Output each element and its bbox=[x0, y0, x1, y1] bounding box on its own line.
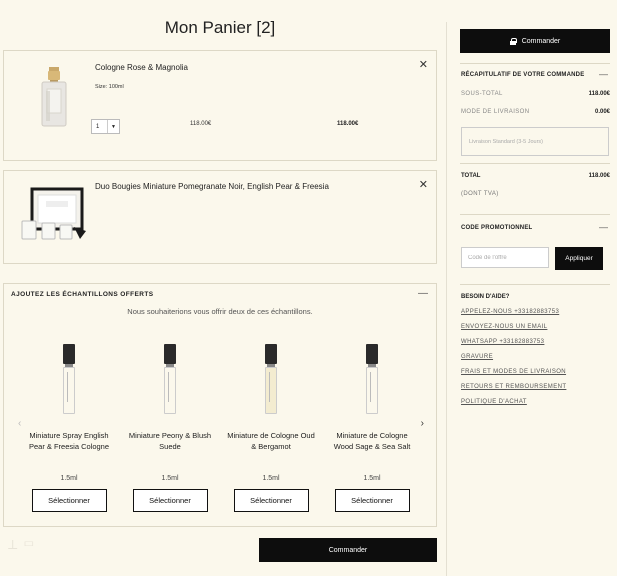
checkout-button-top[interactable]: Commander bbox=[460, 29, 610, 53]
sample-name: Miniature de Cologne Oud & Bergamot bbox=[227, 431, 315, 451]
unit-price: 118.00€ bbox=[190, 121, 212, 127]
shipping-method-select[interactable]: Livraison Standard (3-5 Jours) bbox=[461, 127, 609, 156]
total-value: 118.00€ bbox=[588, 173, 610, 179]
sample-vial-image bbox=[265, 344, 277, 414]
sample-item: Miniature de Cologne Wood Sage & Sea Sal… bbox=[328, 344, 416, 512]
apply-promo-button[interactable]: Appliquer bbox=[555, 247, 603, 270]
total-label: TOTAL bbox=[461, 173, 481, 179]
product-size: Size: 100ml bbox=[95, 84, 124, 90]
lock-icon bbox=[509, 37, 517, 45]
divider bbox=[460, 63, 610, 64]
select-sample-button[interactable]: Sélectionner bbox=[31, 489, 107, 512]
product-name[interactable]: Duo Bougies Miniature Pomegranate Noir, … bbox=[95, 182, 329, 191]
tax-note: (DONT TVA) bbox=[461, 191, 499, 197]
product-image-candles bbox=[21, 187, 86, 240]
checkout-label: Commander bbox=[521, 37, 561, 45]
divider bbox=[460, 163, 610, 164]
product-image-cologne bbox=[41, 67, 67, 127]
promo-code-input[interactable] bbox=[461, 247, 549, 268]
remove-item-icon[interactable]: ✕ bbox=[419, 58, 428, 71]
help-link-engraving[interactable]: GRAVURE bbox=[461, 354, 493, 360]
chevron-down-icon: ▼ bbox=[111, 123, 116, 130]
watermark-logo: ⟂ ▭ bbox=[8, 536, 36, 552]
select-sample-button[interactable]: Sélectionner bbox=[334, 489, 410, 512]
collapse-icon[interactable]: — bbox=[599, 69, 608, 79]
sample-vial-image bbox=[164, 344, 176, 414]
column-divider bbox=[446, 22, 447, 576]
subtotal-value: 118.00€ bbox=[588, 91, 610, 97]
page-title: Mon Panier [2] bbox=[164, 18, 276, 37]
shipping-row: MODE DE LIVRAISON 0.00€ bbox=[461, 109, 610, 115]
help-link-email[interactable]: ENVOYEZ-NOUS UN EMAIL bbox=[461, 324, 547, 330]
product-name[interactable]: Cologne Rose & Magnolia bbox=[95, 63, 188, 72]
subtotal-label: SOUS-TOTAL bbox=[461, 91, 503, 97]
sample-item: Miniature Peony & Blush Suede 1.5ml Séle… bbox=[126, 344, 214, 512]
samples-section: AJOUTEZ LES ÉCHANTILLONS OFFERTS — Nous … bbox=[3, 283, 437, 527]
total-row: TOTAL 118.00€ bbox=[461, 173, 610, 179]
help-link-whatsapp[interactable]: WHATSAPP +33182883753 bbox=[461, 339, 544, 345]
promo-title: CODE PROMOTIONNEL bbox=[461, 225, 533, 231]
collapse-icon[interactable]: — bbox=[418, 288, 428, 299]
cart-item: Cologne Rose & Magnolia Size: 100ml ✕ 1 … bbox=[3, 50, 437, 161]
sample-size: 1.5ml bbox=[60, 475, 78, 482]
collapse-icon[interactable]: — bbox=[599, 222, 608, 232]
samples-subtitle: Nous souhaiterions vous offrir deux de c… bbox=[127, 307, 313, 316]
sample-name: Miniature Spray English Pear & Freesia C… bbox=[28, 431, 110, 451]
shipping-value: 0.00€ bbox=[594, 109, 610, 115]
help-title: BESOIN D'AIDE? bbox=[461, 294, 510, 300]
sample-name: Miniature de Cologne Wood Sage & Sea Sal… bbox=[333, 431, 411, 451]
divider bbox=[460, 214, 610, 215]
remove-item-icon[interactable]: ✕ bbox=[419, 178, 428, 191]
select-sample-button[interactable]: Sélectionner bbox=[233, 489, 309, 512]
help-link-call[interactable]: APPELEZ-NOUS +33182883753 bbox=[461, 309, 559, 315]
sample-size: 1.5ml bbox=[262, 475, 280, 482]
help-link-policy[interactable]: POLITIQUE D'ACHAT bbox=[461, 399, 527, 405]
cart-item: Duo Bougies Miniature Pomegranate Noir, … bbox=[3, 170, 437, 264]
shipping-label: MODE DE LIVRAISON bbox=[461, 109, 530, 115]
chevron-right-icon[interactable]: › bbox=[421, 418, 424, 429]
sample-item: Miniature de Cologne Oud & Bergamot 1.5m… bbox=[227, 344, 315, 512]
quantity-select[interactable]: 1 ▼ bbox=[91, 119, 120, 134]
sample-size: 1.5ml bbox=[363, 475, 381, 482]
sample-vial-image bbox=[63, 344, 75, 414]
samples-title: AJOUTEZ LES ÉCHANTILLONS OFFERTS bbox=[11, 291, 154, 298]
divider bbox=[460, 284, 610, 285]
summary-title: RÉCAPITULATIF DE VOTRE COMMANDE bbox=[461, 72, 585, 78]
sample-vial-image bbox=[366, 344, 378, 414]
sample-size: 1.5ml bbox=[161, 475, 179, 482]
line-total: 118.00€ bbox=[337, 121, 359, 127]
sample-name: Miniature Peony & Blush Suede bbox=[128, 431, 212, 451]
checkout-button-bottom[interactable]: Commander bbox=[259, 538, 437, 562]
quantity-value: 1 bbox=[92, 120, 108, 133]
subtotal-row: SOUS-TOTAL 118.00€ bbox=[461, 91, 610, 97]
sample-item: Miniature Spray English Pear & Freesia C… bbox=[25, 344, 113, 512]
chevron-left-icon[interactable]: ‹ bbox=[18, 418, 21, 429]
select-sample-button[interactable]: Sélectionner bbox=[132, 489, 208, 512]
help-link-returns[interactable]: RETOURS ET REMBOURSEMENT bbox=[461, 384, 566, 390]
help-link-shipping[interactable]: FRAIS ET MODES DE LIVRAISON bbox=[461, 369, 566, 375]
